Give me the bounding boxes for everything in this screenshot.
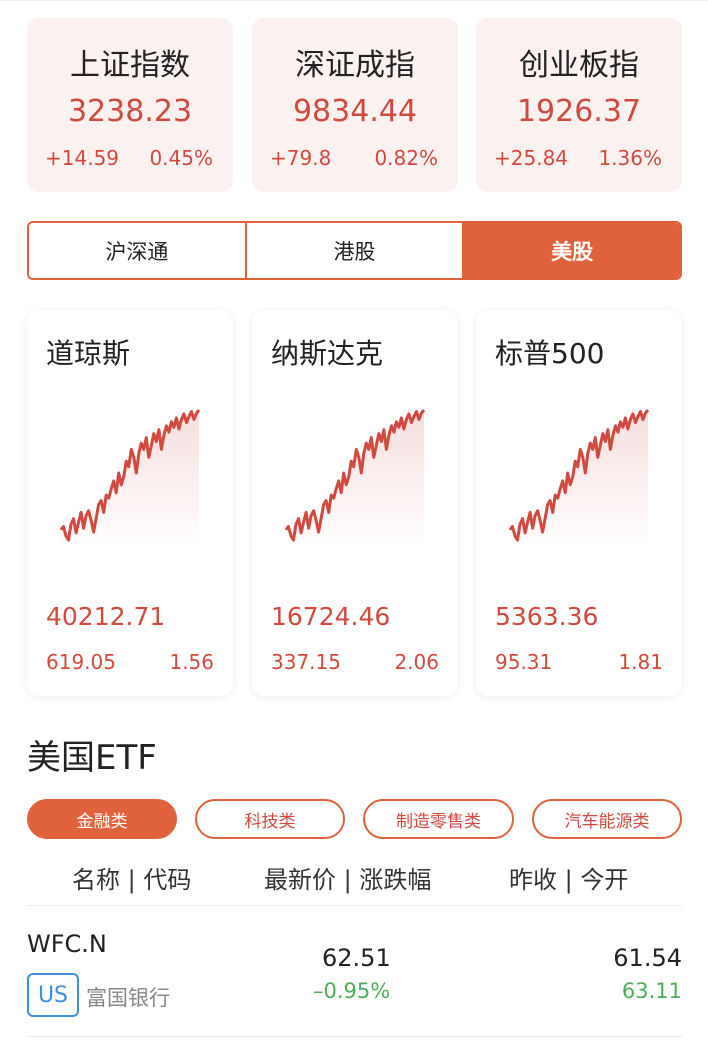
us-index-percent: 1.81 [618,650,663,674]
table-divider [27,1036,682,1037]
us-index-percent: 1.56 [169,650,214,674]
us-index-value: 5363.36 [495,602,599,631]
prev-close: 61.54 [613,944,682,972]
index-value: 3238.23 [67,94,193,129]
top-divider [0,0,708,1]
tab-hk-stocks[interactable]: 港股 [244,223,463,278]
index-change: +79.8 [270,146,332,170]
etf-category-finance[interactable]: 金融类 [27,799,177,839]
sparkline-chart [59,409,201,550]
sparkline-chart [508,409,650,550]
tab-hs-connect[interactable]: 沪深通 [29,223,245,278]
us-index-change: 95.31 [495,650,553,674]
us-index-value: 16724.46 [271,602,391,631]
index-cards: 上证指数 3238.23 +14.59 0.45% 深证成指 9834.44 +… [27,18,682,192]
index-percent: 1.36% [598,146,662,170]
index-name: 深证成指 [295,48,415,83]
index-change: +14.59 [45,146,120,170]
column-header-prev-open[interactable]: 昨收 | 今开 [509,860,628,895]
index-card-chinext[interactable]: 创业板指 1926.37 +25.84 1.36% [476,18,682,192]
sparkline-chart [284,409,426,550]
us-index-card-nasdaq[interactable]: 纳斯达克 16724.46 337.15 2.06 [252,310,458,696]
index-name: 上证指数 [70,48,190,83]
us-index-change: 619.05 [46,650,116,674]
index-value: 9834.44 [292,94,418,129]
sparkline-area [61,410,199,550]
index-change: +25.84 [494,146,569,170]
market-tabs: 沪深通 港股 美股 [27,221,682,280]
change-percent: –0.95% [313,979,391,1003]
etf-category-auto-energy[interactable]: 汽车能源类 [532,799,682,839]
market-badge: US [27,973,79,1017]
latest-price: 62.51 [322,944,391,972]
index-value: 1926.37 [516,94,642,129]
open-price: 63.11 [621,979,682,1003]
us-index-name: 标普500 [495,337,605,370]
etf-section-title: 美国ETF [27,738,157,778]
column-header-name-code[interactable]: 名称 | 代码 [72,860,191,895]
etf-category-tech[interactable]: 科技类 [195,799,345,839]
us-index-card-dow[interactable]: 道琼斯 40212.71 619.05 1.56 [27,310,233,696]
us-index-percent: 2.06 [394,650,439,674]
us-index-name: 纳斯达克 [271,337,384,370]
us-index-value: 40212.71 [46,602,166,631]
us-index-name: 道琼斯 [46,337,131,370]
index-percent: 0.45% [149,146,213,170]
index-name: 创业板指 [519,48,639,83]
index-card-shanghai[interactable]: 上证指数 3238.23 +14.59 0.45% [27,18,233,192]
table-divider [27,905,682,906]
us-index-change: 337.15 [271,650,341,674]
column-header-price-change[interactable]: 最新价 | 涨跌幅 [264,860,431,895]
sparkline-area [510,410,648,550]
index-card-shenzhen[interactable]: 深证成指 9834.44 +79.8 0.82% [252,18,458,192]
sparkline-area [286,410,424,550]
etf-code: WFC.N [27,930,107,958]
index-percent: 0.82% [374,146,438,170]
tab-us-stocks[interactable]: 美股 [462,223,680,278]
etf-category-manufacturing-retail[interactable]: 制造零售类 [363,799,514,839]
us-index-card-sp500[interactable]: 标普500 5363.36 95.31 1.81 [476,310,682,696]
etf-name: 富国银行 [86,986,170,1010]
